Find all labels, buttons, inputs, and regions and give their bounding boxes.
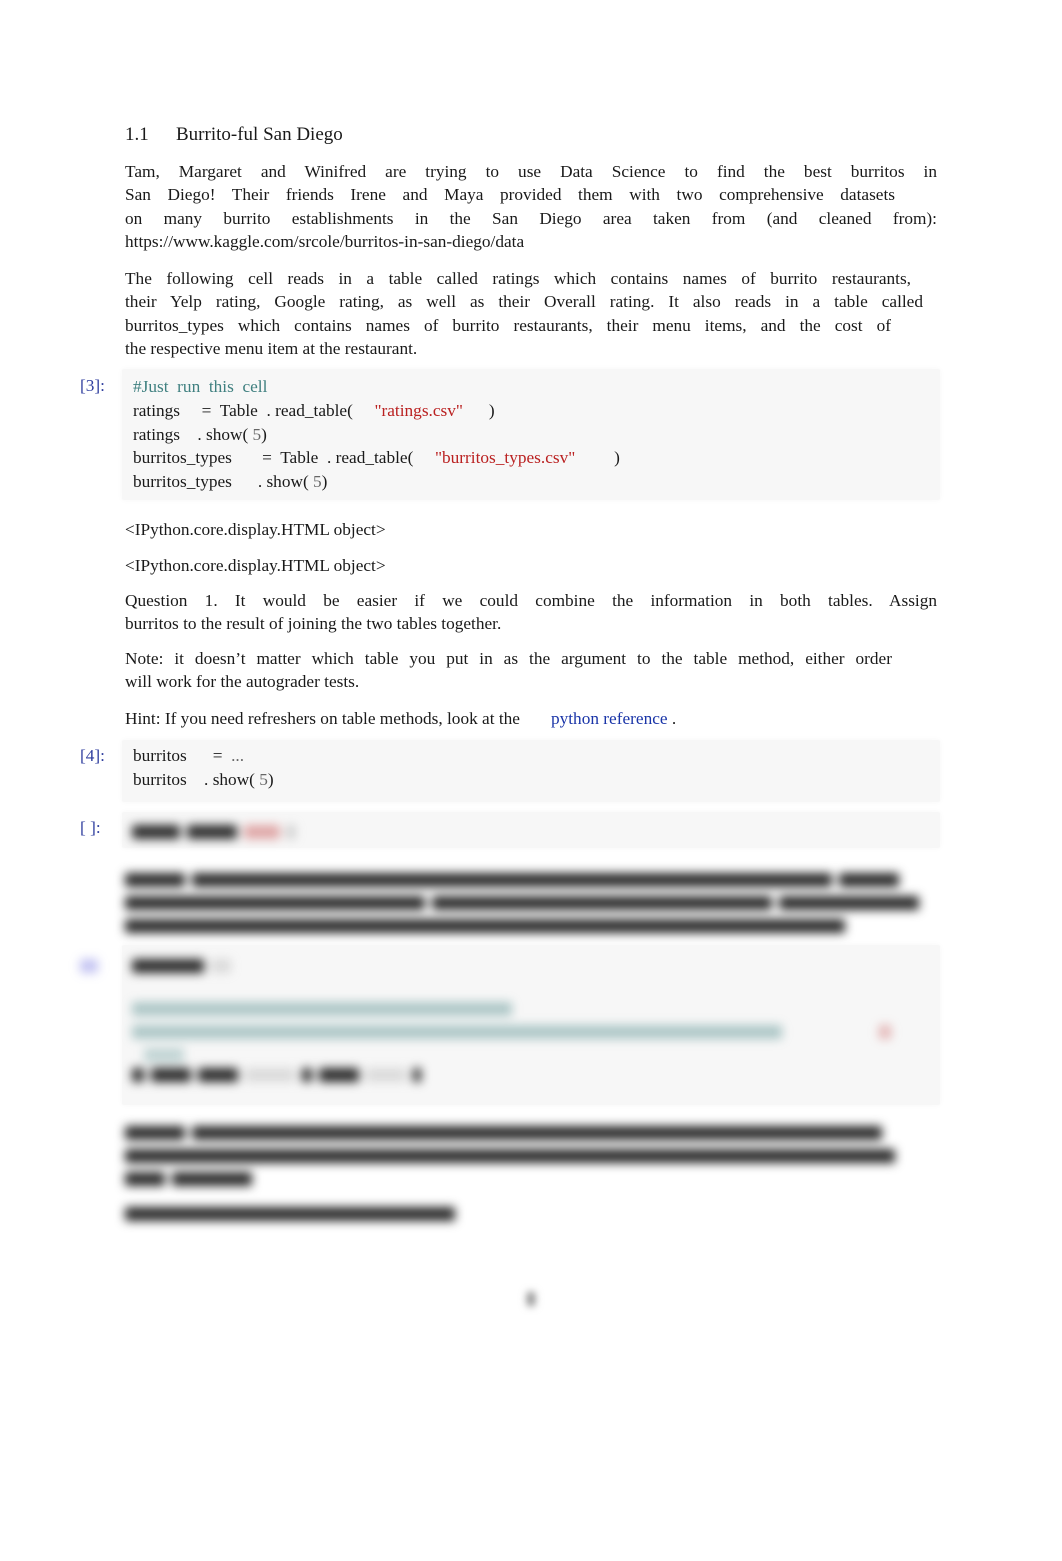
section-number: 1.1 (125, 124, 149, 145)
blurred-code (132, 823, 302, 841)
code-number: 5 (259, 769, 268, 789)
python-reference-link[interactable]: python reference (551, 709, 668, 728)
description-line: burritos_types which contains names of b… (125, 315, 891, 335)
code-string: "burritos_types.csv" (434, 448, 576, 468)
code-cell-4[interactable]: burritos = ... burritos . show( 5) (122, 740, 940, 802)
code-text: = (186, 746, 232, 765)
code-var: burritos (133, 769, 187, 789)
description-line: their Yelp rating, Google rating, as wel… (125, 292, 923, 312)
cell-4-prompt: [4]: (80, 746, 105, 765)
code-text: ) (321, 472, 328, 492)
section-title: Burrito-ful San Diego (176, 124, 343, 145)
blurred-code-cell[interactable] (122, 945, 940, 1105)
code-text: . show( (180, 424, 253, 444)
code-text: ) (575, 448, 620, 468)
cell-output: <IPython.core.display.HTML object> (125, 556, 386, 575)
code-block: #Just run this cell ratings = Table . re… (133, 375, 620, 494)
description-line: The following cell reads in a table call… (125, 269, 911, 288)
question-line: burritos to the result of joining the tw… (125, 614, 502, 634)
note-line: Note: it doesn’t matter which table you … (125, 649, 892, 668)
intro-paragraph: Tam, Margaret and Winifred are trying to… (125, 160, 937, 253)
hint-suffix: . (667, 709, 677, 728)
blurred-cell-prompt (80, 955, 105, 975)
blurred-question-3 (125, 1124, 937, 1228)
section-heading: 1.1 Burrito-ful San Diego (125, 124, 343, 146)
hint-paragraph: Hint: If you need refreshers on table me… (125, 707, 937, 730)
code-var: ratings (133, 424, 181, 444)
code-block: burritos = ... burritos . show( 5) (133, 744, 274, 792)
code-text: = Table . read_table( (231, 448, 435, 468)
page-number (527, 1290, 542, 1308)
cell-empty-prompt: [ ]: (80, 818, 101, 837)
code-var: burritos (133, 746, 187, 765)
dataset-url: https://www.kaggle.com/srcole/burritos-i… (125, 231, 525, 251)
code-text: . show( (186, 769, 260, 789)
question-1: Question 1. It would be easier if we cou… (125, 589, 937, 636)
code-text: . show( (231, 472, 314, 492)
code-cell-3[interactable]: #Just run this cell ratings = Table . re… (122, 369, 940, 500)
code-text: = Table . read_table( (180, 400, 375, 420)
code-text: ) (462, 400, 495, 420)
code-cell-empty[interactable] (122, 812, 940, 848)
note-paragraph: Note: it doesn’t matter which table you … (125, 647, 937, 694)
code-text: ) (261, 424, 267, 444)
intro-line: on many burrito establishments in the Sa… (125, 208, 937, 228)
question-line: Question 1. It would be easier if we cou… (125, 591, 937, 610)
blurred-code (132, 957, 922, 1089)
code-var: ratings (133, 400, 181, 420)
code-var: burritos_types (133, 448, 232, 468)
intro-line: Tam, Margaret and Winifred are trying to… (125, 162, 937, 181)
cell-output: <IPython.core.display.HTML object> (125, 520, 386, 539)
description-paragraph: The following cell reads in a table call… (125, 267, 937, 360)
code-string: "ratings.csv" (374, 400, 463, 420)
cell-3-prompt: [3]: (80, 376, 105, 395)
code-text: ) (267, 769, 274, 789)
description-line: the respective menu item at the restaura… (125, 338, 418, 358)
code-number: 5 (313, 472, 322, 492)
note-line: will work for the autograder tests. (125, 672, 360, 692)
hint-text: Hint: If you need refreshers on table me… (125, 709, 520, 728)
blurred-question-2 (125, 871, 937, 940)
code-ellipsis: ... (231, 746, 245, 765)
code-number: 5 (252, 424, 262, 444)
code-var: burritos_types (133, 472, 232, 492)
code-comment: #Just run this cell (133, 377, 268, 396)
intro-line: San Diego! Their friends Irene and Maya … (125, 185, 895, 205)
